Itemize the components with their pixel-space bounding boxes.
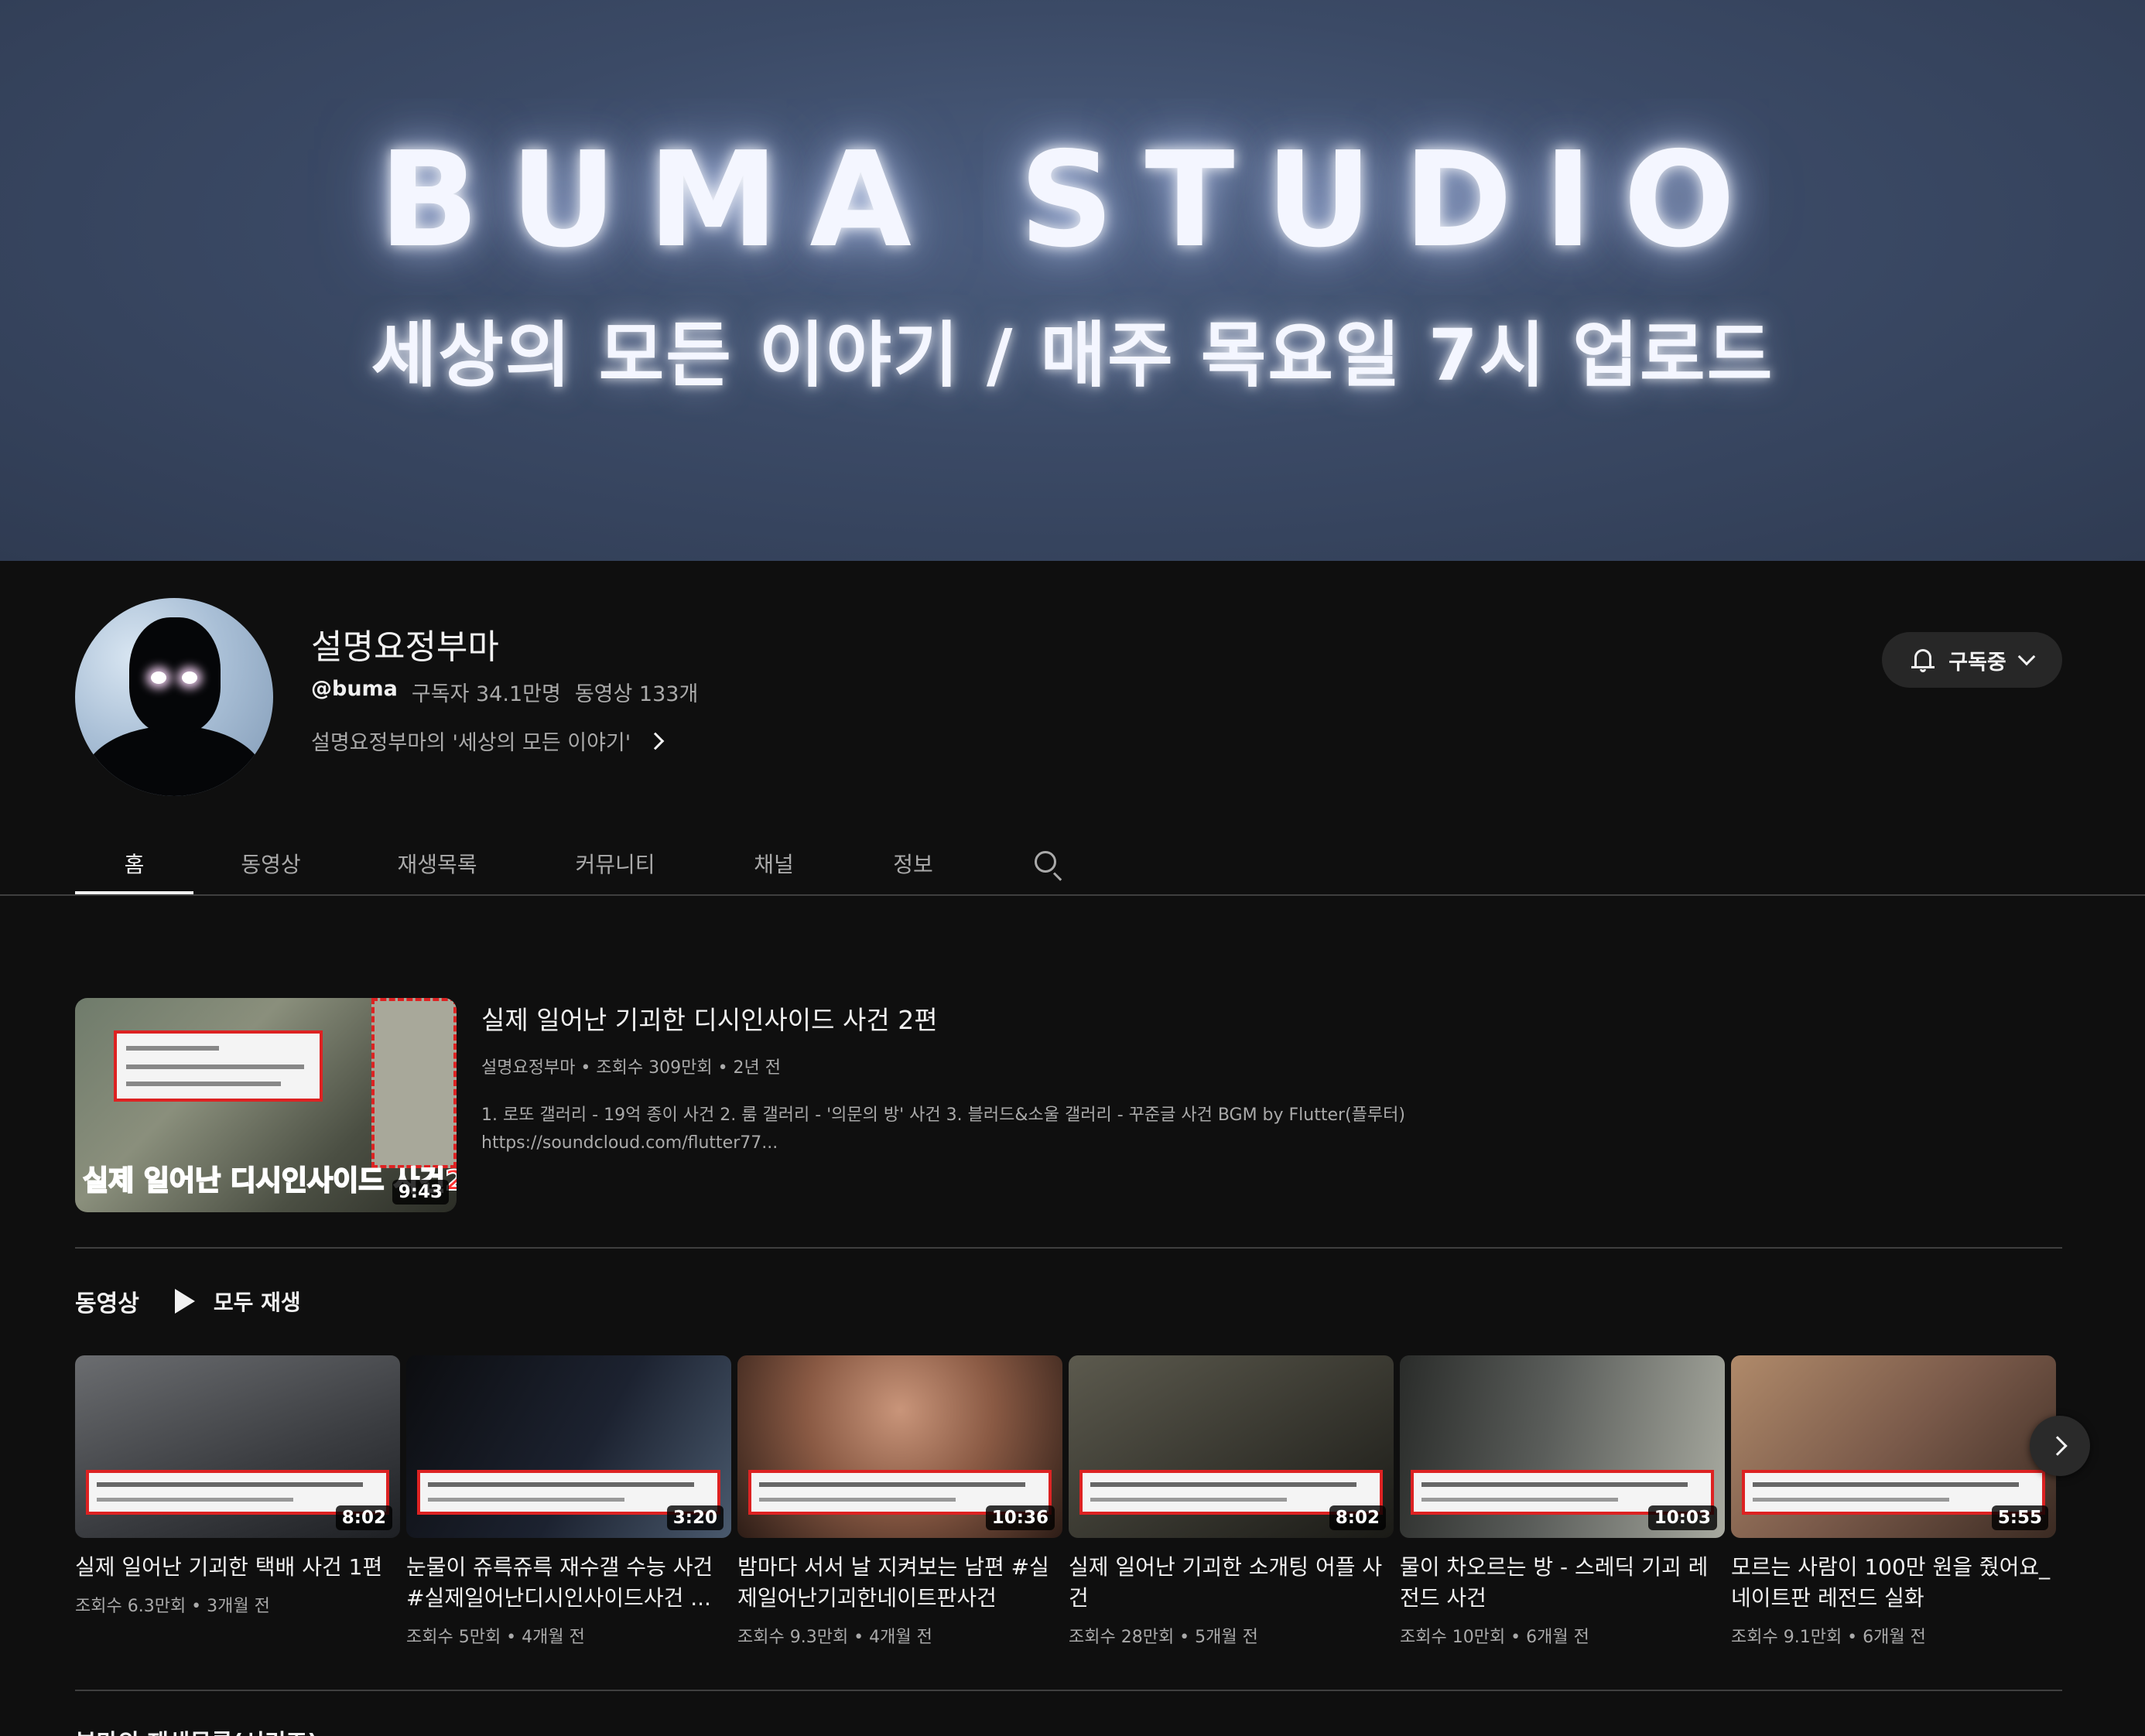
video-meta: 조회수 6.3만회 • 3개월 전 <box>75 1597 270 1616</box>
chevron-right-icon <box>646 732 665 750</box>
tab-channels[interactable]: 채널 <box>704 832 843 895</box>
video-card[interactable]: 10:36 밤마다 서서 날 지켜보는 남편 #실제일어난기괴한네이트판사건 조… <box>737 1355 1062 1648</box>
banner-subtitle: 세상의 모든 이야기 / 매주 목요일 7시 업로드 <box>371 314 1774 397</box>
video-card[interactable]: 10:03 물이 차오르는 방 - 스레딕 기괴 레전드 사건 조회수 10만회… <box>1400 1355 1725 1648</box>
playlists-section-title[interactable]: 부마의 재생목록(시리즈) <box>75 1724 318 1736</box>
featured-video-thumbnail[interactable]: 실제 일어난 디시인사이드 사건2 9:43 <box>75 998 457 1212</box>
video-meta: 조회수 10만회 • 6개월 전 <box>1400 1628 1589 1647</box>
tab-playlists[interactable]: 재생목록 <box>348 832 526 895</box>
video-card[interactable]: 8:02 실제 일어난 기괴한 택배 사건 1편 조회수 6.3만회 • 3개월… <box>75 1355 400 1617</box>
video-title[interactable]: 물이 차오르는 방 - 스레딕 기괴 레전드 사건 <box>1400 1552 1725 1614</box>
channel-description[interactable]: 설명요정부마의 '세상의 모든 이야기' <box>311 726 665 756</box>
channel-name: 설명요정부마 <box>311 627 499 667</box>
avatar-silhouette-body <box>83 726 265 796</box>
subscriber-count: 구독자 34.1만명 <box>411 682 561 706</box>
video-thumbnail[interactable]: 8:02 <box>1069 1355 1394 1538</box>
video-meta: 조회수 9.1만회 • 6개월 전 <box>1731 1628 1926 1647</box>
video-thumbnail[interactable]: 8:02 <box>75 1355 400 1538</box>
tab-videos[interactable]: 동영상 <box>193 832 348 895</box>
video-thumbnail[interactable]: 10:36 <box>737 1355 1062 1538</box>
thumbnail-door-graphic <box>371 998 457 1168</box>
video-duration: 8:02 <box>335 1505 392 1530</box>
play-icon <box>174 1289 195 1314</box>
video-meta: 조회수 9.3만회 • 4개월 전 <box>737 1628 932 1647</box>
subscribed-button-label: 구독중 <box>1948 650 2006 675</box>
video-duration: 10:03 <box>1647 1505 1717 1530</box>
video-title[interactable]: 실제 일어난 기괴한 택배 사건 1편 <box>75 1552 400 1583</box>
avatar-eye-left <box>151 672 166 684</box>
tab-home[interactable]: 홈 <box>75 832 193 895</box>
subscribed-button[interactable]: 구독중 <box>1882 632 2062 688</box>
thumbnail-post-card <box>114 1030 323 1102</box>
section-divider <box>75 1247 2062 1249</box>
video-thumbnail[interactable]: 10:03 <box>1400 1355 1725 1538</box>
video-thumbnail[interactable]: 5:55 <box>1731 1355 2056 1538</box>
tab-about[interactable]: 정보 <box>843 832 983 895</box>
tab-community[interactable]: 커뮤니티 <box>526 832 704 895</box>
channel-avatar[interactable] <box>75 598 273 796</box>
chevron-right-icon <box>2048 1436 2068 1456</box>
video-duration: 9:43 <box>392 1180 449 1205</box>
video-duration: 5:55 <box>1991 1505 2048 1530</box>
featured-description-link[interactable]: https://soundcloud.com/flutter77... <box>481 1129 1565 1157</box>
video-title[interactable]: 밤마다 서서 날 지켜보는 남편 #실제일어난기괴한네이트판사건 <box>737 1552 1062 1614</box>
channel-tabs: 홈 동영상 재생목록 커뮤니티 채널 정보 <box>75 832 1114 895</box>
video-card[interactable]: 8:02 실제 일어난 기괴한 소개팅 어플 사건 조회수 28만회 • 5개월… <box>1069 1355 1394 1648</box>
shelf-title[interactable]: 동영상 <box>75 1284 139 1318</box>
video-duration: 3:20 <box>666 1505 724 1530</box>
featured-description-text: 1. 로또 갤러리 - 19억 종이 사건 2. 룸 갤러리 - '의문의 방'… <box>481 1106 1405 1125</box>
video-count: 동영상 133개 <box>574 682 699 706</box>
featured-video-info: 실제 일어난 기괴한 디시인사이드 사건 2편 설명요정부마 • 조회수 309… <box>481 1000 1565 1157</box>
featured-video-description: 1. 로또 갤러리 - 19억 종이 사건 2. 룸 갤러리 - '의문의 방'… <box>481 1102 1565 1157</box>
channel-description-text: 설명요정부마의 '세상의 모든 이야기' <box>311 731 631 755</box>
video-duration: 10:36 <box>985 1505 1055 1530</box>
play-all-label: 모두 재생 <box>213 1290 301 1315</box>
channel-handle: @buma <box>311 677 398 701</box>
shelf-next-button[interactable] <box>2030 1416 2090 1476</box>
play-all-button[interactable]: 모두 재생 <box>174 1286 301 1317</box>
video-card[interactable]: 5:55 모르는 사람이 100만 원을 줬어요_네이트판 레전드 실화 조회수… <box>1731 1355 2056 1648</box>
chevron-down-icon <box>2017 648 2036 666</box>
featured-video-meta: 설명요정부마 • 조회수 309만회 • 2년 전 <box>481 1058 782 1078</box>
video-title[interactable]: 실제 일어난 기괴한 소개팅 어플 사건 <box>1069 1552 1394 1614</box>
channel-meta: @buma 구독자 34.1만명 동영상 133개 <box>311 677 698 707</box>
videos-shelf-header: 동영상 모두 재생 <box>75 1284 301 1318</box>
video-thumbnail[interactable]: 3:20 <box>406 1355 731 1538</box>
tabs-divider <box>0 894 2145 896</box>
video-title[interactable]: 모르는 사람이 100만 원을 줬어요_네이트판 레전드 실화 <box>1731 1552 2056 1614</box>
avatar-eye-right <box>182 672 197 684</box>
channel-banner: BUMA STUDIO 세상의 모든 이야기 / 매주 목요일 7시 업로드 <box>0 0 2145 561</box>
tab-search[interactable] <box>983 832 1114 895</box>
video-meta: 조회수 28만회 • 5개월 전 <box>1069 1628 1258 1647</box>
bell-icon <box>1911 648 1935 672</box>
section-divider <box>75 1690 2062 1691</box>
video-title[interactable]: 눈물이 쥬륵쥬륵 재수갤 수능 사건 #실제일어난디시인사이드사건 ... <box>406 1552 731 1614</box>
video-card[interactable]: 3:20 눈물이 쥬륵쥬륵 재수갤 수능 사건 #실제일어난디시인사이드사건 .… <box>406 1355 731 1648</box>
banner-title: BUMA STUDIO <box>378 124 1767 277</box>
video-meta: 조회수 5만회 • 4개월 전 <box>406 1628 585 1647</box>
video-duration: 8:02 <box>1329 1505 1386 1530</box>
featured-video-title[interactable]: 실제 일어난 기괴한 디시인사이드 사건 2편 <box>481 1000 1565 1037</box>
avatar-silhouette-head <box>129 617 221 733</box>
search-icon <box>1033 849 1064 881</box>
